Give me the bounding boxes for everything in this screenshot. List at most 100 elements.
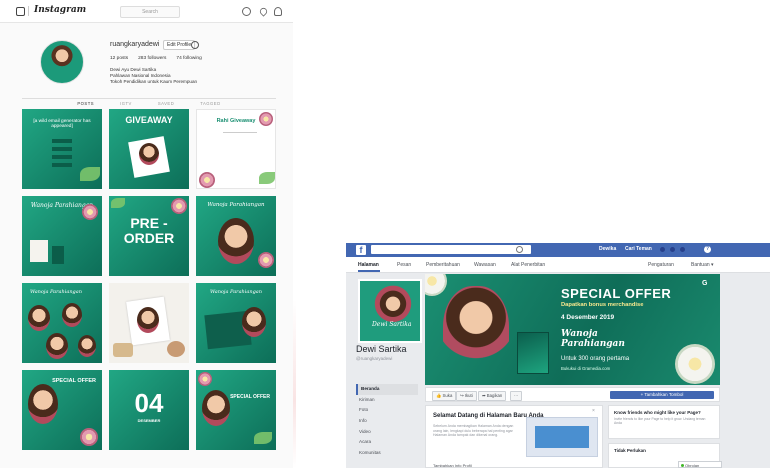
tab-saved[interactable]: SAVED <box>158 101 174 106</box>
notifications-icon[interactable] <box>680 247 685 252</box>
add-button-cta[interactable]: + Tambahkan Tombol <box>610 391 714 399</box>
sidebar-item-info[interactable]: Info <box>356 416 418 427</box>
post-caption: Wanoja Parahiangan <box>210 289 262 295</box>
post-tile[interactable]: GIVEAWAY <box>109 109 189 189</box>
messages-icon[interactable] <box>670 247 675 252</box>
sidebar-item-beranda[interactable]: Beranda <box>356 384 418 395</box>
nav-find-friends[interactable]: Cari Teman <box>625 246 652 252</box>
chat-button[interactable]: Obrolan <box>678 461 722 468</box>
profile-stats: 12 posts 283 followers 74 following <box>110 56 202 61</box>
post-caption: GIVEAWAY <box>125 115 173 125</box>
like-button[interactable]: 👍 Suka <box>432 391 457 401</box>
post-tile[interactable]: Wanoja Parahiangan <box>196 283 276 363</box>
instagram-top-bar: Instagram Search <box>0 0 293 23</box>
page-title: Dewi Sartika <box>356 344 407 354</box>
page-handle[interactable]: @ruangkaryadewi <box>356 356 392 361</box>
invite-card-text: Invite friends to like your Page to help… <box>614 417 706 426</box>
profile-username: ruangkaryadewi <box>110 41 160 48</box>
post-caption: 04 <box>134 388 164 418</box>
flower-decoration <box>675 344 715 384</box>
profile-bio: Dewi Ayu Dewi Sartika Pahlawan Nasional … <box>110 67 197 85</box>
post-caption: SPECIAL OFFER <box>52 378 96 384</box>
tab-posts[interactable]: POSTS <box>77 101 94 106</box>
cover-book-title-line: Wanoja <box>561 329 598 339</box>
post-tile[interactable]: Wanoja Parahiangan <box>196 196 276 276</box>
welcome-illustration <box>526 417 598 457</box>
avatar[interactable] <box>40 40 84 84</box>
cover-book-title: Wanoja Parahiangan <box>561 329 625 349</box>
menu-item-halaman[interactable]: Halaman <box>358 262 379 268</box>
sidebar-item-foto[interactable]: Foto <box>356 405 418 416</box>
menu-item-pemberitahuan[interactable]: Pemberitahuan <box>426 262 460 268</box>
menu-item-pengaturan[interactable]: Pengaturan <box>648 262 674 268</box>
flower-decoration <box>425 274 447 296</box>
active-tab-indicator <box>358 270 380 272</box>
post-caption: PRE - ORDER <box>123 215 175 246</box>
post-tile[interactable]: PRE - ORDER <box>109 196 189 276</box>
brand-logo: G <box>702 280 708 287</box>
cover-subtitle: Dapatkan bonus merchandise <box>561 302 644 308</box>
post-tile[interactable]: SPECIAL OFFER <box>196 370 276 450</box>
post-caption: Wanoja Parahiangan <box>30 289 82 295</box>
menu-item-alat-penerbitan[interactable]: Alat Penerbitan <box>511 262 545 268</box>
profile-icon[interactable] <box>274 7 282 16</box>
book-illustration <box>517 332 549 374</box>
tab-igtv[interactable]: IGTV <box>120 101 132 106</box>
search-input[interactable]: Search <box>120 6 180 18</box>
post-subcaption: DESEMBER <box>137 418 161 423</box>
post-caption: Wanoja Parahiangan <box>207 202 265 208</box>
post-tile[interactable]: Wanoja Parahiangan <box>22 283 102 363</box>
post-tile[interactable]: [a wild email generator has appeared] <box>22 109 102 189</box>
page-action-bar: 👍 Suka ↪ Ikuti ➦ Bagikan ··· + Tambahkan… <box>425 387 720 402</box>
menu-item-bantuan[interactable]: Bantuan ▾ <box>691 262 714 268</box>
follow-button[interactable]: ↪ Ikuti <box>456 391 477 401</box>
compass-icon[interactable] <box>242 7 251 16</box>
post-tile[interactable]: Rahi Giveaway <box>196 109 276 189</box>
friend-requests-icon[interactable] <box>660 247 665 252</box>
followers-count[interactable]: 283 followers <box>138 56 166 61</box>
cover-site: Bukukui di Gramedia.com <box>561 366 611 371</box>
search-input[interactable] <box>371 245 531 254</box>
help-icon[interactable]: ? <box>704 246 711 253</box>
sidebar-item-acara[interactable]: Acara <box>356 437 418 448</box>
sidebar-item-video[interactable]: Video <box>356 427 418 438</box>
heart-icon[interactable] <box>258 6 269 17</box>
invite-card-title: Know friends who might like your Page? <box>614 410 701 415</box>
tab-tagged[interactable]: TAGGED <box>200 101 220 106</box>
instagram-window: Instagram Search ruangkaryadewi Edit Pro… <box>0 0 293 468</box>
invite-friends-card: Know friends who might like your Page? I… <box>608 405 720 439</box>
cover-book-title-line: Parahiangan <box>561 339 625 349</box>
menu-item-wawasan[interactable]: Wawasan <box>474 262 496 268</box>
facebook-logo[interactable]: f <box>356 245 366 255</box>
share-button[interactable]: ➦ Bagikan <box>478 391 507 401</box>
camera-icon[interactable] <box>16 7 25 16</box>
post-tile[interactable]: Wanoja Parahiangan <box>22 196 102 276</box>
close-icon[interactable]: × <box>592 408 595 414</box>
menu-item-pesan[interactable]: Pesan <box>397 262 411 268</box>
welcome-text: Sebelum Anda membagikan Halaman Anda den… <box>433 424 514 437</box>
search-icon[interactable] <box>516 246 523 253</box>
page-profile-picture[interactable] <box>358 279 422 343</box>
more-options-button[interactable]: ··· <box>510 391 523 401</box>
following-count[interactable]: 74 following <box>176 56 201 61</box>
logo-divider <box>28 6 29 16</box>
sidebar-item-komunitas[interactable]: Komunitas <box>356 448 418 459</box>
cover-tagline: Untuk 300 orang pertama <box>561 356 630 362</box>
portrait-illustration <box>443 286 509 376</box>
cover-photo[interactable]: SPECIAL OFFER Dapatkan bonus merchandise… <box>425 274 720 385</box>
profile-signature: Dewi Sartika <box>372 321 412 328</box>
add-profile-info-link[interactable]: Tambahkan Info Profil <box>433 463 472 468</box>
post-tile[interactable]: SPECIAL OFFER <box>22 370 102 450</box>
page-sidebar: Beranda Kiriman Foto Info Video Acara Ko… <box>356 384 418 459</box>
nav-profile-link[interactable]: Dewika <box>599 246 616 252</box>
gear-icon[interactable] <box>191 41 199 49</box>
bio-line: Tokoh Pendidikan untuk Kaum Perempuan <box>110 79 198 84</box>
info-card-title: Tidak Perlukan <box>614 448 646 453</box>
post-tile[interactable]: 04 DESEMBER <box>109 370 189 450</box>
post-tile[interactable] <box>109 283 189 363</box>
instagram-logo[interactable]: Instagram <box>34 5 86 15</box>
welcome-card: × Selamat Datang di Halaman Baru Anda Se… <box>425 405 603 468</box>
cover-date: 4 Desember 2019 <box>561 314 615 321</box>
facebook-top-bar: f Dewika Cari Teman ? <box>346 243 770 257</box>
sidebar-item-kiriman[interactable]: Kiriman <box>356 395 418 406</box>
